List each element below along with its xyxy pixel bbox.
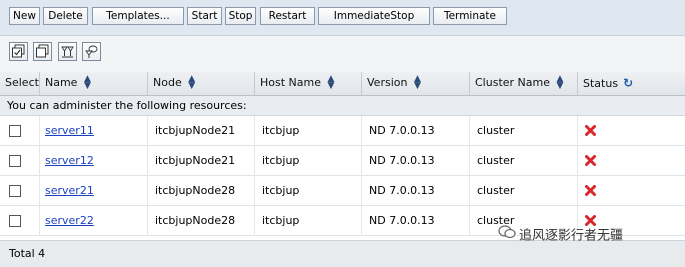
- filter-icon[interactable]: [58, 42, 77, 61]
- row-checkbox[interactable]: [9, 155, 21, 167]
- column-label: Version: [367, 76, 408, 89]
- resources-message: You can administer the following resourc…: [0, 96, 685, 116]
- select-cell: [0, 206, 40, 236]
- select-all-icon[interactable]: [9, 42, 28, 61]
- name-cell: server21: [40, 176, 148, 206]
- column-header-node[interactable]: Node ▲ ▼: [148, 72, 255, 95]
- column-label: Select: [5, 76, 39, 89]
- column-label: Status: [583, 77, 619, 90]
- cluster-cell: cluster: [470, 146, 578, 176]
- delete-button[interactable]: Delete: [43, 7, 88, 25]
- watermark: 追风逐影行者无疆: [498, 224, 623, 248]
- host-cell: itcbjup: [255, 176, 362, 206]
- row-checkbox[interactable]: [9, 125, 21, 137]
- node-cell: itcbjupNode21: [148, 116, 255, 146]
- node-cell: itcbjupNode28: [148, 176, 255, 206]
- server-link[interactable]: server11: [45, 124, 94, 137]
- stopped-status-icon: [585, 125, 596, 136]
- select-cell: [0, 176, 40, 206]
- host-cell: itcbjup: [255, 116, 362, 146]
- name-cell: server22: [40, 206, 148, 236]
- status-cell: [578, 116, 685, 146]
- stopped-status-icon: [585, 185, 596, 196]
- version-cell: ND 7.0.0.13: [362, 146, 470, 176]
- column-label: Name: [45, 76, 78, 89]
- version-cell: ND 7.0.0.13: [362, 206, 470, 236]
- host-cell: itcbjup: [255, 206, 362, 236]
- sort-icon[interactable]: ▲ ▼: [188, 75, 196, 91]
- icon-toolbar: [0, 36, 685, 73]
- host-cell: itcbjup: [255, 146, 362, 176]
- terminate-button[interactable]: Terminate: [433, 7, 507, 25]
- version-cell: ND 7.0.0.13: [362, 116, 470, 146]
- table-row: server12 itcbjupNode21 itcbjup ND 7.0.0.…: [0, 146, 685, 176]
- name-cell: server12: [40, 146, 148, 176]
- column-header-name[interactable]: Name ▲ ▼: [40, 72, 148, 95]
- node-cell: itcbjupNode28: [148, 206, 255, 236]
- servers-panel: New Delete Templates... Start Stop Resta…: [0, 0, 685, 267]
- status-cell: [578, 176, 685, 206]
- status-cell: [578, 146, 685, 176]
- sort-icon[interactable]: ▲ ▼: [327, 75, 335, 91]
- server-link[interactable]: server22: [45, 214, 94, 227]
- new-button[interactable]: New: [9, 7, 40, 25]
- column-header-host-name[interactable]: Host Name ▲ ▼: [255, 72, 362, 95]
- cluster-cell: cluster: [470, 176, 578, 206]
- table-row: server11 itcbjupNode21 itcbjup ND 7.0.0.…: [0, 116, 685, 146]
- start-button[interactable]: Start: [187, 7, 222, 25]
- column-header-select: Select: [0, 72, 40, 95]
- server-link[interactable]: server12: [45, 154, 94, 167]
- column-header-cluster-name[interactable]: Cluster Name ▲ ▼: [470, 72, 578, 95]
- select-cell: [0, 146, 40, 176]
- name-cell: server11: [40, 116, 148, 146]
- node-cell: itcbjupNode21: [148, 146, 255, 176]
- column-label: Node: [153, 76, 182, 89]
- sort-icon[interactable]: ▲ ▼: [556, 75, 564, 91]
- row-checkbox[interactable]: [9, 185, 21, 197]
- total-count: Total 4: [9, 247, 46, 260]
- stopped-status-icon: [585, 155, 596, 166]
- select-cell: [0, 116, 40, 146]
- table-row: server21 itcbjupNode28 itcbjup ND 7.0.0.…: [0, 176, 685, 206]
- refresh-icon[interactable]: ↻: [623, 76, 633, 90]
- cluster-cell: cluster: [470, 116, 578, 146]
- server-link[interactable]: server21: [45, 184, 94, 197]
- row-checkbox[interactable]: [9, 215, 21, 227]
- watermark-text: 追风逐影行者无疆: [519, 228, 624, 244]
- stop-button[interactable]: Stop: [225, 7, 256, 25]
- column-label: Cluster Name: [475, 76, 550, 89]
- deselect-all-icon[interactable]: [33, 42, 52, 61]
- templates-button[interactable]: Templates...: [92, 7, 184, 25]
- sort-icon[interactable]: ▲ ▼: [413, 75, 421, 91]
- sort-icon[interactable]: ▲ ▼: [83, 75, 91, 91]
- action-toolbar: New Delete Templates... Start Stop Resta…: [0, 0, 685, 36]
- show-filter-icon[interactable]: [82, 42, 101, 61]
- restart-button[interactable]: Restart: [260, 7, 315, 25]
- version-cell: ND 7.0.0.13: [362, 176, 470, 206]
- column-header-status[interactable]: Status ↻: [578, 72, 685, 95]
- immediate-stop-button[interactable]: ImmediateStop: [318, 7, 430, 25]
- column-header-version[interactable]: Version ▲ ▼: [362, 72, 470, 95]
- chat-bubble-icon: [498, 224, 516, 248]
- table-header: Select Name ▲ ▼ Node ▲ ▼ Host Name ▲ ▼ Version…: [0, 72, 685, 96]
- column-label: Host Name: [260, 76, 321, 89]
